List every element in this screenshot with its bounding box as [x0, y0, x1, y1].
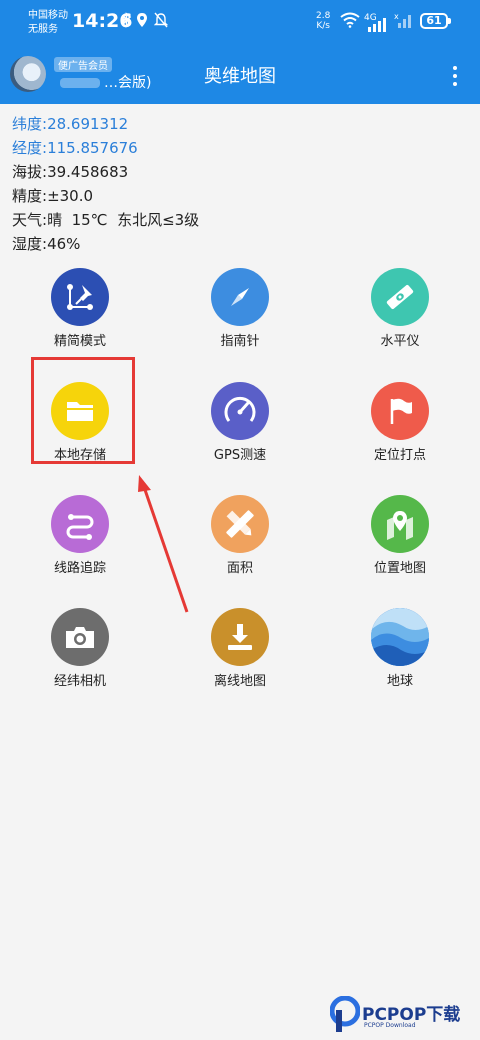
wifi-icon [340, 12, 360, 32]
net-speed-unit: K/s [316, 21, 330, 31]
tile-area[interactable]: 面积 [180, 495, 300, 585]
weather-value: 晴 15℃ 东北风≤3级 [47, 211, 200, 229]
longitude-label: 经度: [12, 139, 48, 157]
page-title: 奥维地图 [204, 66, 276, 87]
app-bar: 便广告会员 …会版) 奥维地图 [0, 42, 480, 104]
tile-gps-speed[interactable]: GPS测速 [180, 382, 300, 472]
pcpop-logo-icon [330, 996, 360, 1032]
download-icon [211, 608, 269, 666]
tile-level[interactable]: 水平仪 [340, 268, 460, 358]
flag-icon [371, 382, 429, 440]
tile-label: 水平仪 [380, 334, 420, 349]
carrier-info: 中国移动 无服务 [28, 9, 68, 37]
watermark-sub: PCPOP Download [364, 1022, 416, 1029]
humidity-label: 湿度: [12, 235, 48, 253]
tile-label: 指南针 [220, 334, 260, 349]
accuracy-label: 精度: [12, 187, 48, 205]
no-signal-icon: x [394, 12, 414, 32]
speedometer-icon [211, 382, 269, 440]
watermark: PCPOP下载 PCPOP Download [330, 996, 480, 1036]
carrier-name: 中国移动 [28, 10, 68, 21]
tile-label: 精简模式 [53, 334, 106, 349]
tile-offline-map[interactable]: 离线地图 [180, 608, 300, 698]
latitude-label: 纬度: [12, 115, 48, 133]
tile-label: 定位打点 [373, 448, 426, 463]
tile-globe[interactable]: 地球 [340, 608, 460, 698]
pin-ruler-icon [51, 268, 109, 326]
tile-label: 线路追踪 [53, 561, 106, 576]
more-vert-icon[interactable] [446, 64, 464, 86]
tile-label: GPS测速 [213, 448, 267, 463]
tile-mark-point[interactable]: 定位打点 [340, 382, 460, 472]
tile-label: 离线地图 [213, 674, 266, 689]
tile-label: 面积 [226, 561, 253, 576]
tile-location-map[interactable]: 位置地图 [340, 495, 460, 585]
wave-globe-icon [371, 608, 429, 666]
tile-compass[interactable]: 指南针 [180, 268, 300, 358]
location-info: 纬度:28.691312 经度:115.857676 海拔:39.458683 … [12, 112, 199, 256]
tile-label: 地球 [386, 674, 413, 689]
level-icon [371, 268, 429, 326]
tile-simple-mode[interactable]: 精简模式 [20, 268, 140, 358]
signal-icon [368, 18, 388, 36]
location-icon [136, 12, 148, 32]
tile-geo-camera[interactable]: 经纬相机 [20, 608, 140, 698]
latitude-row: 纬度:28.691312 [12, 112, 199, 136]
route-icon [51, 495, 109, 553]
longitude-row: 经度:115.857676 [12, 136, 199, 160]
net-speed: 2.8 K/s [316, 11, 330, 31]
mute-bell-icon [153, 12, 169, 32]
net-speed-value: 2.8 [316, 11, 331, 21]
highlight-box [31, 357, 135, 464]
tile-label: 经纬相机 [53, 674, 106, 689]
altitude-value: 39.458683 [47, 163, 129, 181]
humidity-row: 湿度:46% [12, 232, 199, 256]
tile-label: 位置地图 [373, 561, 426, 576]
camera-icon [51, 608, 109, 666]
accuracy-row: 精度:±30.0 [12, 184, 199, 208]
accuracy-value: ±30.0 [47, 187, 94, 205]
weather-label: 天气: [12, 211, 48, 229]
weather-row: 天气:晴 15℃ 东北风≤3级 [12, 208, 199, 232]
map-pin-icon [371, 495, 429, 553]
battery-level: 61 [426, 14, 442, 27]
service-status: 无服务 [28, 24, 58, 35]
compass-icon [211, 268, 269, 326]
status-bar: 中国移动 无服务 14:26 2.8 K/s 4G x 61 [0, 0, 480, 42]
altitude-row: 海拔:39.458683 [12, 160, 199, 184]
svg-text:x: x [394, 12, 399, 21]
longitude-value: 115.857676 [47, 139, 138, 157]
latitude-value: 28.691312 [47, 115, 129, 133]
ruler-pencil-icon [211, 495, 269, 553]
altitude-label: 海拔: [12, 163, 48, 181]
bluetooth-icon [122, 12, 132, 32]
battery-icon: 61 [420, 13, 451, 29]
tile-route-tracking[interactable]: 线路追踪 [20, 495, 140, 585]
humidity-value: 46% [47, 235, 81, 253]
